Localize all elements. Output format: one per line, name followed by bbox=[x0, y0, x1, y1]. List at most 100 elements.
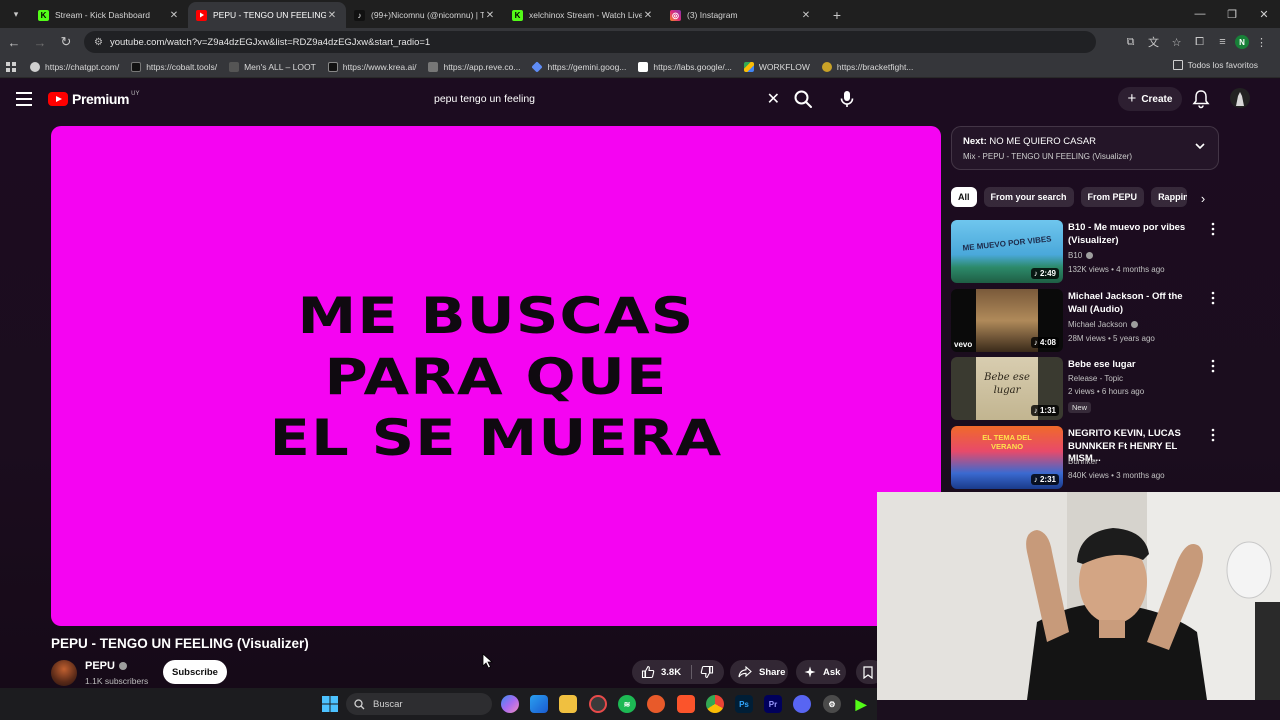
premiere-icon[interactable]: Pr bbox=[764, 695, 782, 713]
chevron-down-icon[interactable] bbox=[1194, 140, 1206, 152]
tab-close-icon[interactable]: ✕ bbox=[168, 10, 180, 21]
site-info-icon[interactable]: ⚙ bbox=[94, 37, 103, 48]
recommendation-item[interactable]: ME MUEVO POR VIBES ♪ 2:49 B10 - Me muevo… bbox=[951, 220, 1221, 284]
chevron-right-icon[interactable]: › bbox=[1194, 189, 1212, 207]
file-explorer-icon[interactable] bbox=[559, 695, 577, 713]
search-input[interactable]: pepu tengo un feeling ✕ bbox=[426, 87, 786, 111]
verified-check-icon bbox=[1086, 252, 1094, 259]
account-avatar[interactable] bbox=[1230, 88, 1250, 108]
video-player[interactable]: ME BUSCAS PARA QUE EL SE MUERA bbox=[51, 126, 941, 626]
video-thumbnail[interactable]: ME MUEVO POR VIBES ♪ 2:49 bbox=[951, 220, 1063, 283]
new-badge: New bbox=[1068, 402, 1092, 413]
brave-icon[interactable] bbox=[677, 695, 695, 713]
window-controls: — ❐ ✕ bbox=[1184, 0, 1280, 28]
app-icon[interactable] bbox=[589, 695, 607, 713]
channel-avatar[interactable] bbox=[51, 660, 77, 686]
reload-icon[interactable]: ↻ bbox=[54, 30, 78, 54]
restore-icon[interactable]: ❐ bbox=[1216, 0, 1248, 28]
bookmark-item[interactable]: https://bracketfight... bbox=[821, 61, 913, 72]
recommendation-item[interactable]: vevo ♪ 4:08 Michael Jackson - Off the Wa… bbox=[951, 289, 1221, 353]
profile-avatar[interactable]: N bbox=[1235, 35, 1249, 49]
up-next-subtitle: Mix - PEPU - TENGO UN FEELING (Visualize… bbox=[963, 152, 1133, 161]
photoshop-icon[interactable]: Ps bbox=[735, 695, 753, 713]
media-controls-icon[interactable]: ≡ bbox=[1212, 32, 1233, 53]
video-thumbnail[interactable]: EL TEMA DEL VERANO ♪ 2:31 bbox=[951, 426, 1063, 489]
bookmark-item[interactable]: https://gemini.goog... bbox=[531, 60, 626, 73]
video-thumbnail[interactable]: Bebe ese lugar ♪ 1:31 bbox=[951, 357, 1063, 420]
subscribe-button[interactable]: Subscribe bbox=[163, 660, 227, 684]
all-bookmarks-folder[interactable]: Todos los favoritos bbox=[1172, 60, 1258, 70]
back-arrow-icon[interactable]: ← bbox=[2, 30, 26, 54]
video-duration: ♪ 2:49 bbox=[1030, 268, 1059, 279]
browser-tab[interactable]: K Stream - Kick Dashboard ✕ bbox=[30, 2, 188, 28]
windows-taskbar: Buscar ≋ Ps Pr ⚙ ▶ bbox=[0, 688, 877, 720]
recommendation-item[interactable]: Bebe ese lugar ♪ 1:31 Bebe ese lugar Rel… bbox=[951, 357, 1221, 421]
bookmark-item[interactable]: https://www.krea.ai/ bbox=[327, 61, 416, 72]
extensions-icon[interactable]: ⧠ bbox=[1189, 32, 1210, 53]
close-window-icon[interactable]: ✕ bbox=[1248, 0, 1280, 28]
bookmark-item[interactable]: https://labs.google/... bbox=[638, 61, 732, 72]
recommendation-item[interactable]: EL TEMA DEL VERANO ♪ 2:31 NEGRITO KEVIN,… bbox=[951, 426, 1221, 490]
taskbar-search[interactable]: Buscar bbox=[346, 693, 492, 715]
video-thumbnail[interactable]: vevo ♪ 4:08 bbox=[951, 289, 1063, 352]
apps-grid-icon[interactable] bbox=[6, 61, 16, 72]
microphone-icon[interactable] bbox=[836, 88, 858, 110]
more-options-icon[interactable] bbox=[1209, 222, 1217, 236]
browser-tab-active[interactable]: PEPU - TENGO UN FEELING (Vi ✕ bbox=[188, 2, 346, 28]
spotify-icon[interactable]: ≋ bbox=[618, 695, 636, 713]
copilot-icon[interactable] bbox=[501, 695, 519, 713]
more-options-icon[interactable] bbox=[1209, 428, 1217, 442]
notifications-bell-icon[interactable] bbox=[1192, 89, 1210, 109]
more-options-icon[interactable] bbox=[1209, 359, 1217, 373]
search-icon[interactable] bbox=[792, 88, 814, 110]
tab-search-button[interactable]: ▾ bbox=[4, 3, 28, 25]
clear-search-icon[interactable]: ✕ bbox=[767, 89, 780, 109]
minimize-icon[interactable]: — bbox=[1184, 0, 1216, 28]
bookmark-item[interactable]: https://app.reve.co... bbox=[428, 61, 520, 72]
menu-icon[interactable] bbox=[16, 92, 32, 106]
lyrics-display: ME BUSCAS PARA QUE EL SE MUERA bbox=[0, 286, 1021, 469]
tab-close-icon[interactable]: ✕ bbox=[326, 10, 338, 21]
playlist-up-next-panel[interactable]: Next: NO ME QUIERO CASAR Mix - PEPU - TE… bbox=[951, 126, 1219, 170]
chip-rappin[interactable]: Rappin bbox=[1151, 187, 1188, 207]
browser-tab[interactable]: ◎ (3) Instagram ✕ bbox=[662, 2, 820, 28]
chip-from-pepu[interactable]: From PEPU bbox=[1080, 187, 1145, 207]
thumbnail-caption: EL TEMA DEL VERANO bbox=[982, 433, 1032, 451]
install-app-icon[interactable]: ⧉ bbox=[1120, 32, 1141, 53]
bookmark-item[interactable]: https://chatgpt.com/ bbox=[30, 61, 119, 72]
chip-from-your-search[interactable]: From your search bbox=[983, 187, 1074, 207]
bookmark-star-icon[interactable]: ☆ bbox=[1166, 32, 1187, 53]
browser-menu-icon[interactable]: ⋮ bbox=[1251, 32, 1272, 53]
new-tab-button[interactable]: + bbox=[826, 4, 848, 26]
settings-gear-icon[interactable]: ⚙ bbox=[823, 695, 841, 713]
channel-name-link[interactable]: PEPU bbox=[85, 660, 127, 672]
bookmark-item[interactable]: WORKFLOW bbox=[743, 61, 810, 72]
youtube-logo[interactable]: Premium UY bbox=[48, 91, 139, 107]
filter-chips: All From your search From PEPU Rappin bbox=[951, 187, 1219, 209]
browser-tab-strip: ▾ K Stream - Kick Dashboard ✕ PEPU - TEN… bbox=[0, 0, 1280, 28]
forward-arrow-icon[interactable]: → bbox=[28, 30, 52, 54]
recommendation-channel: Bunnker bbox=[1068, 457, 1098, 466]
windows-start-icon[interactable] bbox=[321, 695, 339, 713]
dislike-button[interactable] bbox=[692, 665, 714, 679]
browser-tab[interactable]: K xelchinox Stream - Watch Live o ✕ bbox=[504, 2, 662, 28]
chrome-icon[interactable] bbox=[706, 695, 724, 713]
address-bar[interactable]: ⚙ youtube.com/watch?v=Z9a4dzEGJxw&list=R… bbox=[84, 31, 1096, 53]
browser-tab[interactable]: ♪ (99+)Nicomnu (@nicomnu) | Ti ✕ bbox=[346, 2, 504, 28]
discord-icon[interactable] bbox=[793, 695, 811, 713]
share-button[interactable]: Share bbox=[730, 660, 788, 684]
tab-close-icon[interactable]: ✕ bbox=[642, 10, 654, 21]
kick-app-icon[interactable]: ▶ bbox=[852, 695, 870, 713]
chip-all[interactable]: All bbox=[951, 187, 977, 207]
create-button[interactable]: + Create bbox=[1118, 87, 1182, 111]
tab-close-icon[interactable]: ✕ bbox=[800, 10, 812, 21]
tab-close-icon[interactable]: ✕ bbox=[484, 10, 496, 21]
like-button[interactable]: 3.8K bbox=[632, 665, 692, 679]
translate-icon[interactable]: 文 bbox=[1143, 32, 1164, 53]
bookmark-item[interactable]: https://cobalt.tools/ bbox=[131, 61, 217, 72]
ask-button[interactable]: Ask bbox=[796, 660, 846, 684]
app-icon[interactable] bbox=[647, 695, 665, 713]
edge-icon[interactable] bbox=[530, 695, 548, 713]
more-options-icon[interactable] bbox=[1209, 291, 1217, 305]
bookmark-item[interactable]: Men's ALL – LOOT bbox=[229, 61, 316, 72]
